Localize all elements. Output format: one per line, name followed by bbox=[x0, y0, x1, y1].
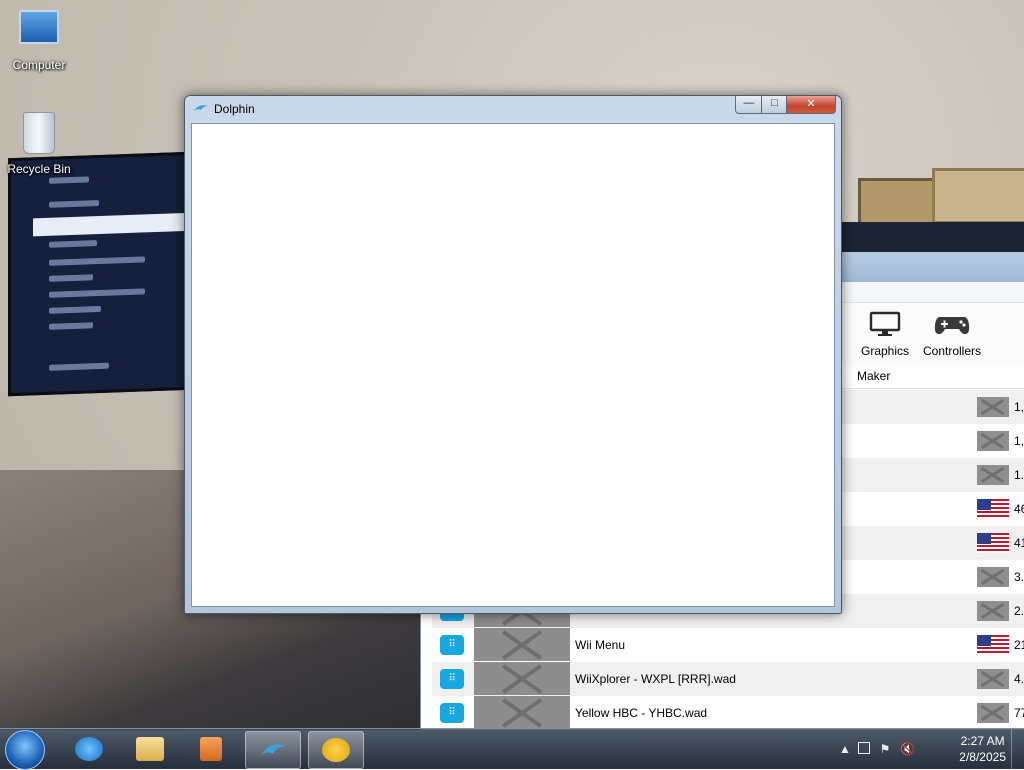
gamepad-icon bbox=[934, 317, 970, 335]
taskbar-file-explorer[interactable] bbox=[123, 731, 177, 767]
wii-platform-icon: ⠿ bbox=[440, 669, 464, 689]
wallpaper-photo-frame bbox=[932, 168, 1024, 224]
window-title: Dolphin bbox=[214, 102, 255, 116]
taskbar: ▲ ⚑ 🔇 2:27 AM 2/8/2025 bbox=[0, 728, 1024, 770]
ie-icon bbox=[75, 737, 103, 761]
minimize-icon: — bbox=[743, 97, 755, 109]
game-row[interactable]: ⠿ WiiXplorer - WXPL [RRR].wad 4. bbox=[432, 662, 1024, 696]
toolbar-controllers-button[interactable]: Controllers bbox=[923, 311, 981, 358]
clock[interactable]: 2:27 AM 2/8/2025 bbox=[959, 733, 1006, 765]
show-desktop-button[interactable] bbox=[1011, 729, 1024, 769]
desktop-icon-label: Computer bbox=[12, 58, 66, 72]
unknown-region-icon bbox=[977, 567, 1009, 587]
game-size: 77 bbox=[1014, 706, 1024, 720]
close-icon: ✕ bbox=[806, 98, 816, 110]
unknown-region-icon bbox=[977, 431, 1009, 451]
speech-bubble-icon bbox=[322, 738, 350, 762]
unknown-region-icon bbox=[977, 703, 1009, 723]
game-row[interactable]: ⠿ Yellow HBC - YHBC.wad 77 bbox=[432, 696, 1024, 730]
usa-flag-icon bbox=[977, 499, 1009, 519]
game-banner bbox=[474, 696, 570, 729]
game-banner bbox=[474, 662, 570, 695]
unknown-region-icon bbox=[977, 601, 1009, 621]
clock-date: 2/8/2025 bbox=[959, 750, 1006, 764]
toolbar-label: Graphics bbox=[861, 344, 910, 358]
dolphin-popup-window[interactable]: Dolphin — □ ✕ bbox=[184, 95, 842, 614]
game-row[interactable]: ⠿ Wii Menu 21 bbox=[432, 628, 1024, 662]
unknown-region-icon bbox=[977, 397, 1009, 417]
taskbar-chat[interactable] bbox=[308, 731, 364, 769]
computer-icon bbox=[19, 10, 59, 44]
game-title: WiiXplorer - WXPL [RRR].wad bbox=[575, 672, 736, 686]
wii-platform-icon: ⠿ bbox=[440, 635, 464, 655]
game-size: 46 bbox=[1014, 502, 1024, 516]
unknown-region-icon bbox=[977, 465, 1009, 485]
network-icon[interactable] bbox=[858, 742, 870, 754]
taskbar-internet-explorer[interactable] bbox=[62, 731, 116, 767]
game-size: 1, bbox=[1014, 400, 1024, 414]
close-button[interactable]: ✕ bbox=[786, 96, 836, 114]
monitor-icon bbox=[869, 311, 901, 336]
wallpaper-tv bbox=[8, 151, 192, 397]
system-tray: ▲ ⚑ 🔇 2:27 AM 2/8/2025 bbox=[834, 729, 1024, 769]
start-button[interactable] bbox=[5, 730, 45, 770]
media-player-icon bbox=[200, 737, 222, 761]
usa-flag-icon bbox=[977, 635, 1009, 655]
clock-time: 2:27 AM bbox=[960, 734, 1005, 748]
desktop-icon-computer[interactable]: Computer bbox=[4, 10, 74, 72]
usa-flag-icon bbox=[977, 533, 1009, 553]
maximize-button[interactable]: □ bbox=[761, 96, 788, 114]
minimize-button[interactable]: — bbox=[735, 96, 763, 114]
recycle-bin-icon bbox=[23, 112, 55, 154]
game-size: 1, bbox=[1014, 434, 1024, 448]
folder-icon bbox=[136, 737, 164, 761]
dolphin-icon bbox=[261, 744, 286, 756]
desktop-icon-recycle-bin[interactable]: Recycle Bin bbox=[4, 112, 74, 176]
game-size: 1. bbox=[1014, 468, 1024, 482]
popup-client-area[interactable] bbox=[191, 123, 835, 607]
game-banner bbox=[474, 628, 570, 661]
maximize-icon: □ bbox=[771, 97, 778, 109]
toolbar-graphics-button[interactable]: Graphics bbox=[861, 311, 909, 358]
game-title: Wii Menu bbox=[575, 638, 626, 652]
game-size: 2. bbox=[1014, 604, 1024, 618]
show-hidden-icons-button[interactable]: ▲ bbox=[838, 742, 852, 756]
toolbar-label: Controllers bbox=[923, 344, 982, 358]
game-size: 4. bbox=[1014, 672, 1024, 686]
game-size: 3. bbox=[1014, 570, 1024, 584]
desktop-icon-label: Recycle Bin bbox=[7, 162, 71, 176]
unknown-region-icon bbox=[977, 669, 1009, 689]
wii-platform-icon: ⠿ bbox=[440, 703, 464, 723]
flag-icon[interactable]: ⚑ bbox=[878, 742, 892, 756]
taskbar-media-player[interactable] bbox=[184, 731, 238, 767]
dolphin-icon bbox=[194, 105, 208, 111]
taskbar-dolphin[interactable] bbox=[245, 731, 301, 769]
game-size: 41 bbox=[1014, 536, 1024, 550]
volume-muted-icon[interactable]: 🔇 bbox=[900, 742, 915, 756]
game-size: 21 bbox=[1014, 638, 1024, 652]
column-header-maker[interactable]: Maker bbox=[857, 369, 890, 383]
game-title: Yellow HBC - YHBC.wad bbox=[575, 706, 708, 720]
